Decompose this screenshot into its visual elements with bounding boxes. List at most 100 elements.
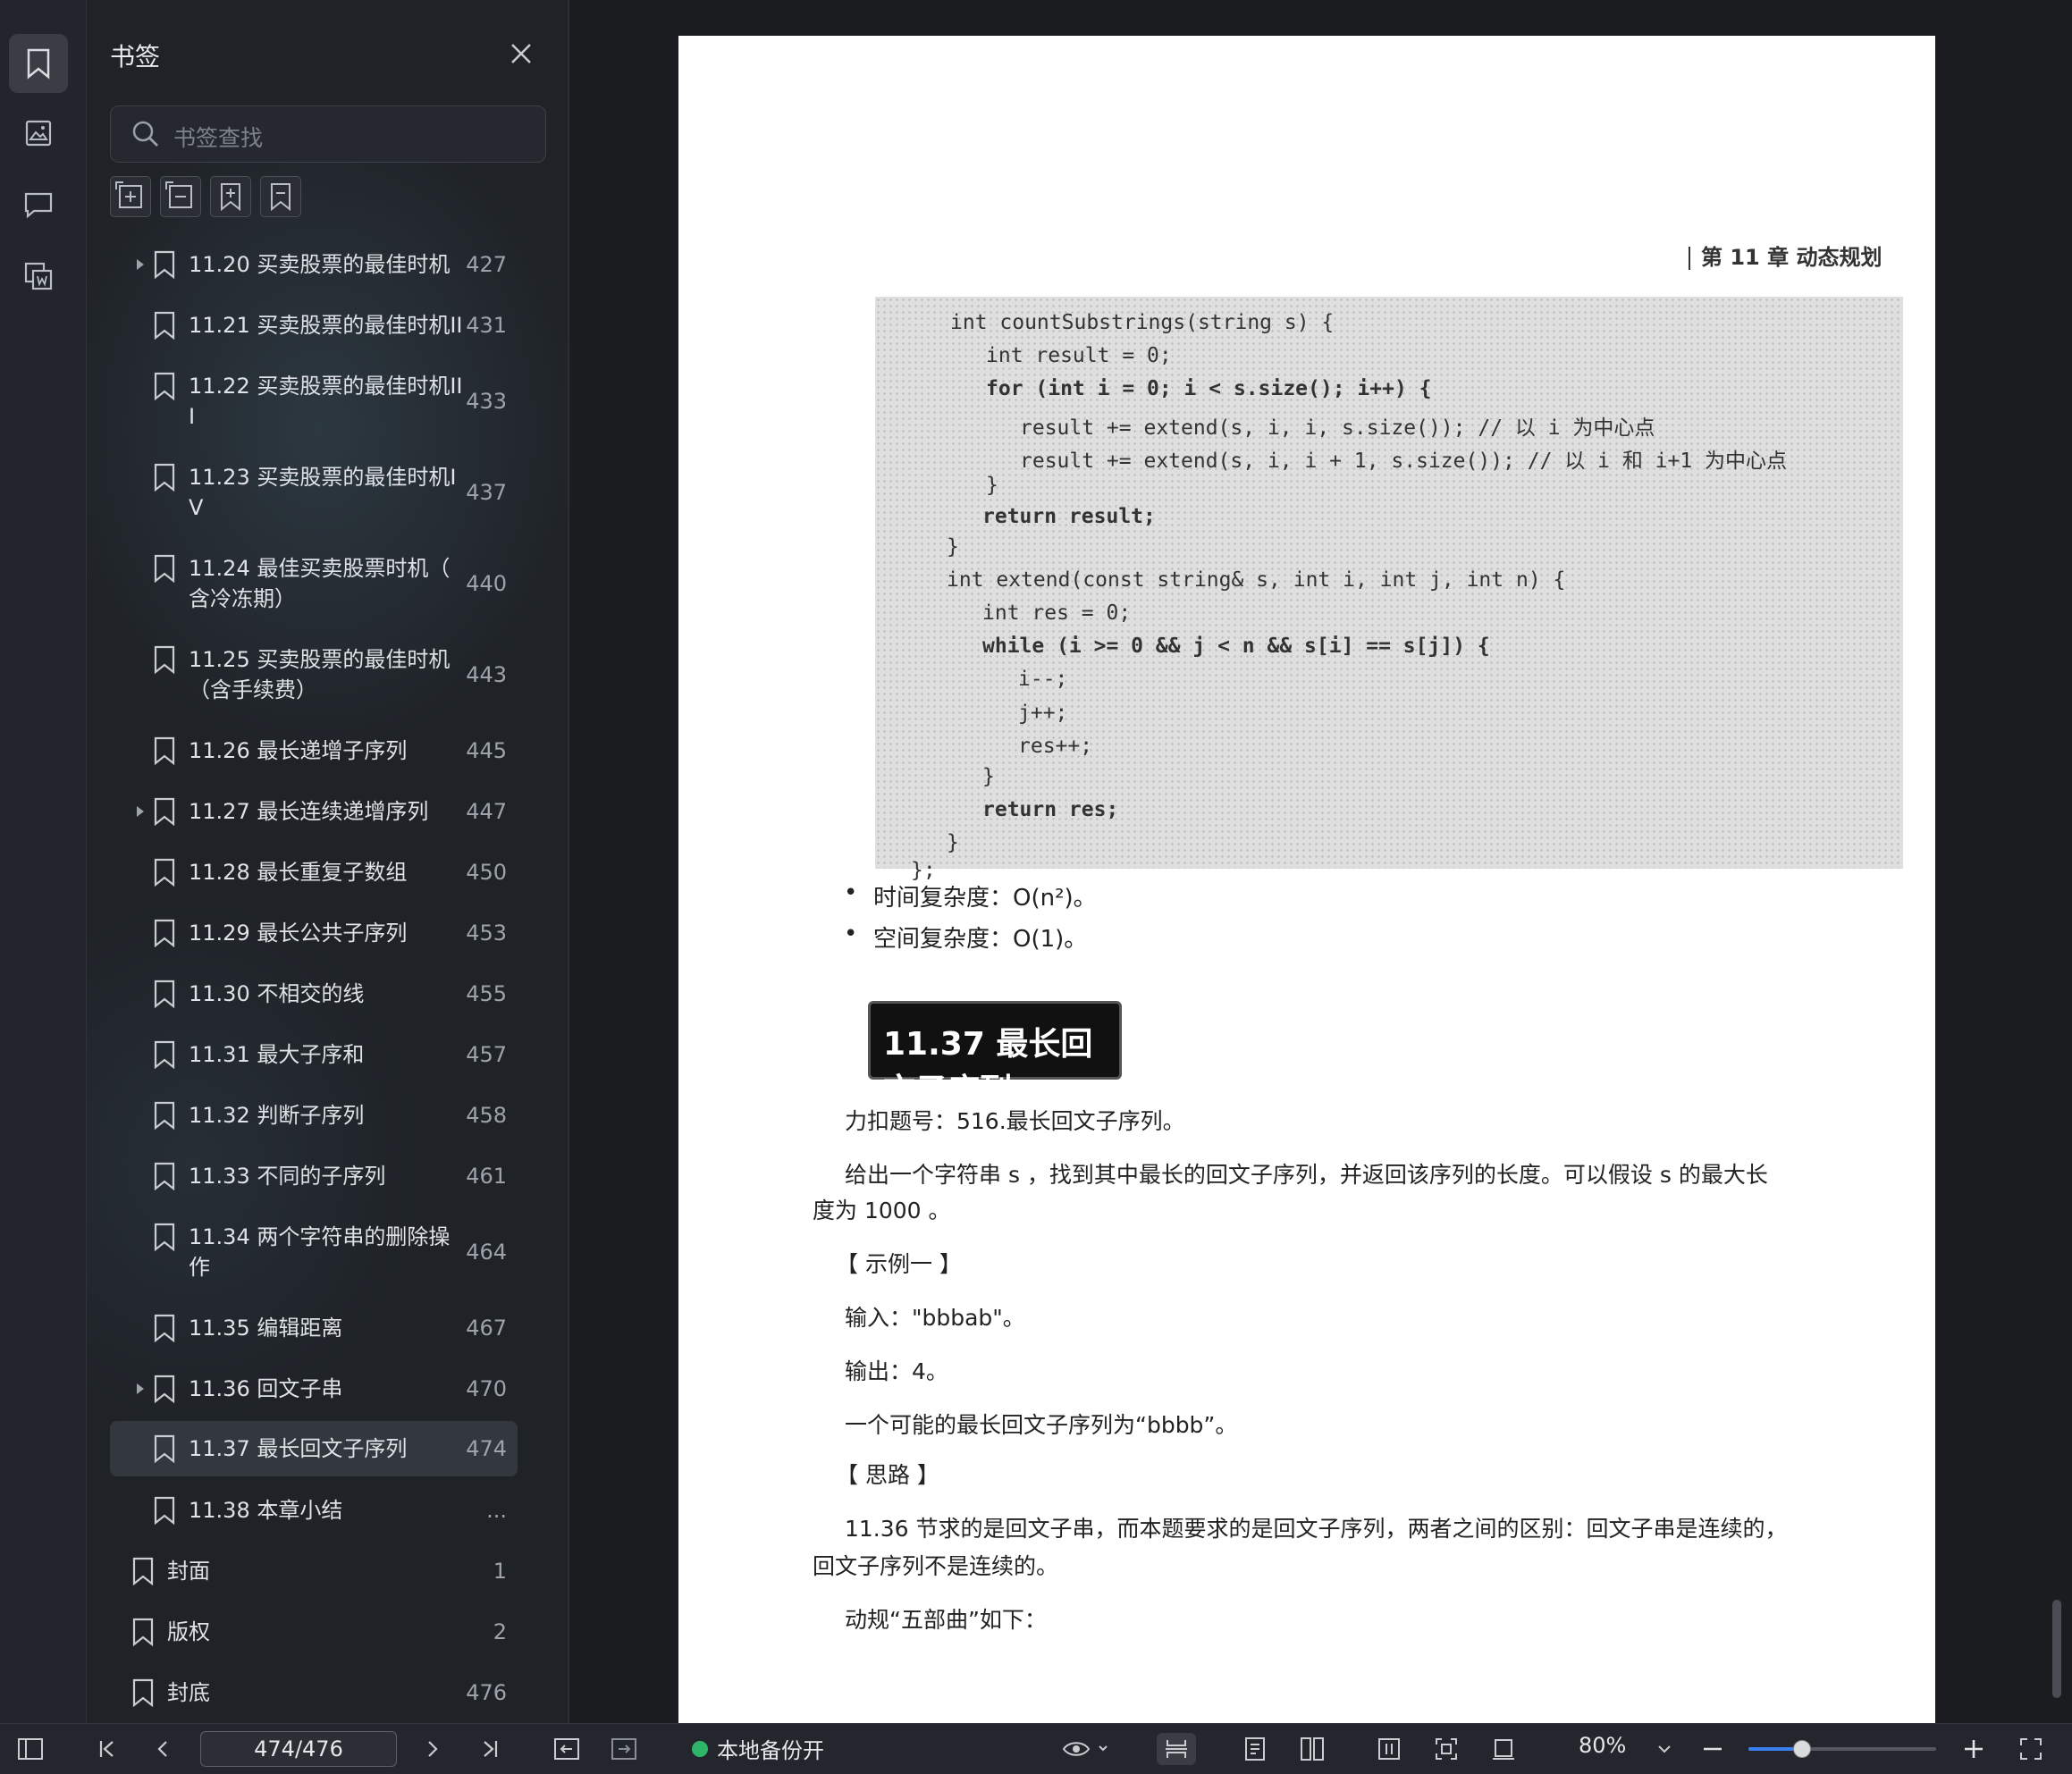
bookmark-page-number: 437 <box>466 480 507 505</box>
backup-status[interactable]: 本地备份开 <box>717 1733 824 1764</box>
document-viewer: 第 11 章 动态规划 int countSubstrings(string s… <box>569 0 2072 1723</box>
bookmark-search-input[interactable]: 书签查找 <box>110 105 546 163</box>
continuous-scroll-icon[interactable] <box>1157 1733 1196 1765</box>
example-input: 输入："bbbab"。 <box>845 1305 1025 1331</box>
bookmark-item[interactable]: 11.28 最长重复子数组 450 <box>110 842 518 903</box>
bookmark-item[interactable]: 11.34 两个字符串的删除操作 464 <box>110 1206 518 1298</box>
bookmark-item[interactable]: 11.26 最长递增子序列 445 <box>110 720 518 781</box>
bookmark-page-number: 447 <box>466 799 507 824</box>
bookmark-page-number: 1 <box>493 1559 507 1584</box>
bookmark-label: 11.29 最长公共子序列 <box>189 921 408 946</box>
add-bookmark-button[interactable] <box>210 176 251 217</box>
zoom-slider[interactable] <box>1748 1740 1936 1758</box>
bookmark-icon <box>131 1677 155 1708</box>
bookmark-icon <box>153 644 176 675</box>
thumbnail-panel-icon[interactable] <box>9 104 68 163</box>
bookmark-label: 11.25 买卖股票的最佳时机 <box>189 647 451 672</box>
example-note: 一个可能的最长回文子序列为“bbbb”。 <box>845 1412 1238 1438</box>
bookmark-icon <box>153 553 176 584</box>
code-line: result += extend(s, i, i, s.size()); // … <box>1020 416 1655 441</box>
left-icon-rail <box>0 0 87 1723</box>
bookmark-item[interactable]: 11.24 最佳买卖股票时机（ 含冷冻期） 440 <box>110 538 518 629</box>
bookmark-page-number: 427 <box>466 252 507 277</box>
section-heading: 11.37 最长回文子序列 <box>868 1001 1122 1109</box>
last-page-icon[interactable] <box>474 1733 506 1765</box>
bookmark-item[interactable]: 11.30 不相交的线 455 <box>110 963 518 1024</box>
bookmark-item[interactable]: 11.29 最长公共子序列 453 <box>110 903 518 963</box>
bookmark-page-number: 433 <box>466 389 507 414</box>
zoom-level[interactable]: 80% <box>1579 1733 1626 1758</box>
bullet-dot: • <box>844 879 858 906</box>
code-block: int countSubstrings(string s) {int resul… <box>875 297 1903 882</box>
page-header: 第 11 章 动态规划 <box>1689 240 1882 271</box>
navigate-back-icon[interactable] <box>551 1733 583 1765</box>
pages-panel-icon[interactable] <box>9 247 68 306</box>
bookmark-item[interactable]: 11.31 最大子序和 457 <box>110 1024 518 1085</box>
crop-icon[interactable] <box>1487 1733 1520 1765</box>
bookmark-panel: 书签 书签查找 11.20 买卖股票的最佳时机 427 11.21 买卖股票的最佳时… <box>87 0 568 1723</box>
space-complexity: 空间复杂度：O(1)。 <box>873 926 1088 953</box>
bookmark-label-cont: 含冷冻期） <box>189 586 296 611</box>
bookmark-item[interactable]: 11.21 买卖股票的最佳时机II 431 <box>110 295 518 356</box>
bookmark-page-number: 461 <box>466 1164 507 1189</box>
doc-scrollbar-thumb[interactable] <box>2052 1600 2061 1698</box>
search-placeholder: 书签查找 <box>173 125 264 151</box>
previous-page-icon[interactable] <box>147 1733 179 1765</box>
bookmark-panel-icon[interactable] <box>9 34 68 93</box>
bookmark-item[interactable]: 11.20 买卖股票的最佳时机 427 <box>110 234 518 295</box>
search-icon <box>131 119 161 149</box>
code-line: } <box>986 474 998 498</box>
remove-bookmark-button[interactable] <box>260 176 301 217</box>
fullscreen-icon[interactable] <box>2015 1733 2047 1765</box>
doc-scrollbar-track <box>2052 0 2072 1723</box>
collapse-all-button[interactable] <box>160 176 201 217</box>
bookmark-page-number: 458 <box>466 1103 507 1128</box>
next-page-icon[interactable] <box>417 1733 449 1765</box>
bookmark-page-number: 2 <box>493 1619 507 1644</box>
bookmark-item[interactable]: 11.32 判断子序列 458 <box>110 1085 518 1146</box>
single-page-icon[interactable] <box>1239 1733 1271 1765</box>
bookmark-page-number: 457 <box>466 1042 507 1067</box>
code-line: for (int i = 0; i < s.size(); i++) { <box>986 376 1432 400</box>
bookmark-item[interactable]: 版权 2 <box>110 1602 518 1662</box>
code-line: i--; <box>1018 668 1068 692</box>
zoom-out-icon[interactable] <box>1697 1733 1729 1765</box>
toggle-sidebar-icon[interactable] <box>14 1733 46 1765</box>
bookmark-item[interactable]: 11.35 编辑距离 467 <box>110 1298 518 1358</box>
bookmark-icon <box>153 736 176 766</box>
expand-triangle-icon[interactable] <box>137 259 144 270</box>
bookmark-item[interactable]: 11.22 买卖股票的最佳时机II I 433 <box>110 356 518 447</box>
bookmark-item[interactable]: 11.33 不同的子序列 461 <box>110 1146 518 1206</box>
bookmark-item[interactable]: 封面 1 <box>110 1541 518 1602</box>
eye-icon[interactable] <box>1060 1733 1114 1765</box>
bookmark-item[interactable]: 11.38 本章小结... <box>110 1480 518 1541</box>
code-line: int countSubstrings(string s) { <box>950 310 1335 334</box>
annotation-panel-icon[interactable] <box>9 175 68 234</box>
code-line: } <box>982 764 995 788</box>
bookmark-item[interactable]: 11.23 买卖股票的最佳时机I V 437 <box>110 447 518 538</box>
bookmark-item[interactable]: 封底 476 <box>110 1662 518 1723</box>
bookmark-item[interactable]: 11.37 最长回文子序列 474 <box>110 1421 518 1476</box>
bookmark-item[interactable]: 11.36 回文子串 470 <box>110 1358 518 1419</box>
expand-all-button[interactable] <box>110 176 151 217</box>
bookmark-item[interactable]: 11.27 最长连续递增序列 447 <box>110 781 518 842</box>
close-icon[interactable] <box>507 39 535 68</box>
bookmark-icon <box>153 1495 176 1526</box>
fit-page-icon[interactable] <box>1430 1733 1462 1765</box>
fit-width-icon[interactable] <box>1373 1733 1405 1765</box>
bookmark-page-number: 464 <box>466 1240 507 1265</box>
zoom-in-icon[interactable] <box>1958 1733 1990 1765</box>
bookmark-icon <box>153 1374 176 1404</box>
page-number-input[interactable]: 474/476 <box>200 1731 397 1767</box>
zoom-slider-knob[interactable] <box>1792 1740 1811 1758</box>
navigate-forward-icon[interactable] <box>608 1733 640 1765</box>
bookmark-icon <box>153 462 176 492</box>
expand-triangle-icon[interactable] <box>137 806 144 817</box>
first-page-icon[interactable] <box>91 1733 123 1765</box>
expand-triangle-icon[interactable] <box>137 1383 144 1394</box>
bookmark-item[interactable]: 11.25 买卖股票的最佳时机 （含手续费） 443 <box>110 629 518 720</box>
bookmark-label: 11.21 买卖股票的最佳时机II <box>189 313 463 338</box>
zoom-dropdown-chevron-down-icon[interactable] <box>1648 1733 1680 1765</box>
bookmark-page-number: 450 <box>466 860 507 885</box>
two-page-icon[interactable] <box>1296 1733 1328 1765</box>
